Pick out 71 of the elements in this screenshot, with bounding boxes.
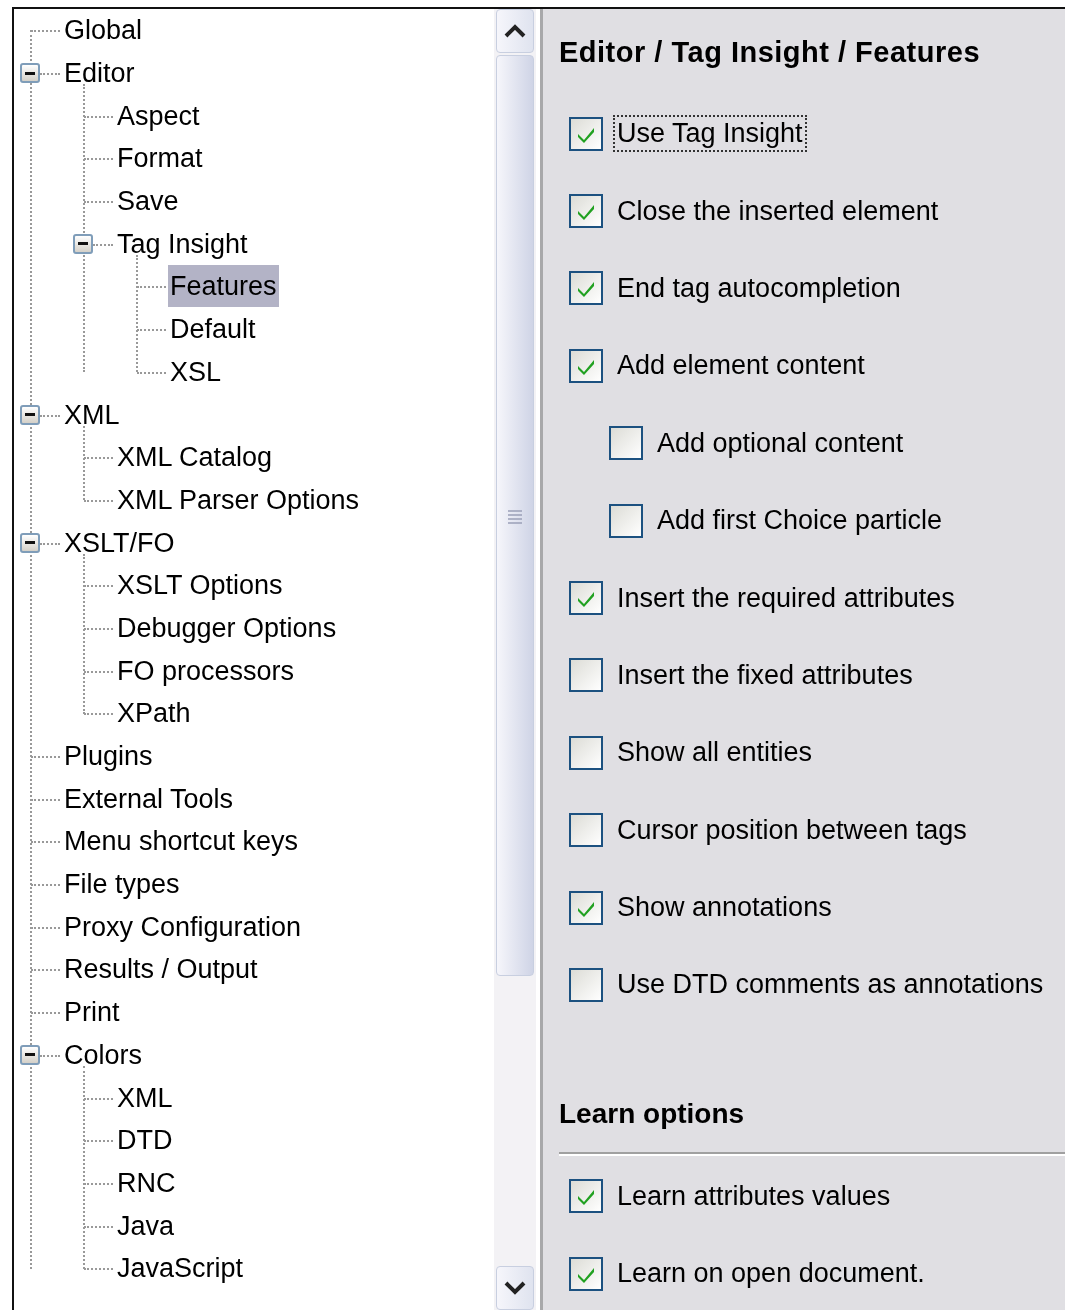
checkbox[interactable]	[609, 426, 643, 461]
collapse-icon[interactable]	[20, 63, 40, 84]
collapse-icon[interactable]	[73, 233, 93, 254]
checkbox[interactable]	[569, 116, 603, 151]
checkbox[interactable]	[569, 194, 603, 229]
tree-item[interactable]: Plugins	[62, 735, 155, 778]
tree-item[interactable]: Results / Output	[62, 948, 260, 991]
chevron-up-icon	[504, 24, 526, 38]
tree-item[interactable]: DTD	[115, 1119, 175, 1162]
checkbox[interactable]	[569, 348, 603, 383]
checkbox[interactable]	[569, 968, 603, 1002]
option-label[interactable]: Add optional content	[655, 426, 906, 460]
checkbox[interactable]	[609, 503, 643, 538]
tree-item[interactable]: Save	[115, 180, 181, 223]
tree-item[interactable]: JavaScript	[115, 1247, 246, 1290]
collapse-icon[interactable]	[20, 532, 40, 553]
option-label[interactable]: Use Tag Insight	[615, 117, 805, 151]
tree-item[interactable]: XML	[115, 1076, 175, 1119]
tree-item[interactable]: XML Parser Options	[115, 478, 362, 521]
tree-item[interactable]: Aspect	[115, 94, 202, 137]
tree-item[interactable]: XSL	[168, 350, 224, 393]
checkbox[interactable]	[569, 581, 603, 616]
scroll-down-button[interactable]	[496, 1266, 534, 1310]
option-label[interactable]: Insert the required attributes	[615, 581, 957, 615]
tree-item[interactable]: Format	[115, 137, 205, 180]
chevron-down-icon	[504, 1281, 526, 1295]
tree-item[interactable]: Debugger Options	[115, 606, 339, 649]
scroll-thumb[interactable]	[496, 55, 534, 976]
tree-item[interactable]: Print	[62, 991, 122, 1034]
tree-item[interactable]: XSLT Options	[115, 564, 285, 607]
tree-item[interactable]: FO processors	[115, 649, 297, 692]
checkbox[interactable]	[569, 1179, 603, 1214]
tree-item[interactable]: Tag Insight	[115, 222, 250, 265]
option-label[interactable]: Show all entities	[615, 736, 815, 770]
checkbox[interactable]	[569, 813, 603, 848]
tree-item[interactable]: Java	[115, 1204, 177, 1247]
tree-item[interactable]: XPath	[115, 692, 193, 735]
option-label[interactable]: Insert the fixed attributes	[615, 658, 915, 692]
tree-item[interactable]: Proxy Configuration	[62, 905, 304, 948]
checkbox[interactable]	[569, 1256, 603, 1291]
option-label[interactable]: Close the inserted element	[615, 194, 941, 228]
tree-item[interactable]: Editor	[62, 52, 137, 95]
option-label[interactable]: Add element content	[615, 349, 867, 383]
tree-item[interactable]: XSLT/FO	[62, 521, 177, 564]
tree-item[interactable]: Features	[168, 265, 279, 308]
option-label[interactable]: Learn attributes values	[615, 1179, 893, 1213]
tree-item[interactable]: Menu shortcut keys	[62, 820, 301, 863]
scroll-up-button[interactable]	[496, 9, 534, 53]
grip-icon	[507, 507, 523, 524]
checkbox[interactable]	[569, 271, 603, 306]
option-label[interactable]: Show annotations	[615, 891, 834, 925]
option-label[interactable]: Learn on open document.	[615, 1257, 927, 1291]
tree-item[interactable]: External Tools	[62, 777, 236, 820]
section-title: Learn options	[559, 1096, 746, 1130]
tree-item[interactable]: Global	[62, 9, 145, 52]
option-label[interactable]: Add first Choice particle	[655, 504, 945, 538]
option-label[interactable]: Cursor position between tags	[615, 813, 969, 847]
checkbox[interactable]	[569, 890, 603, 925]
option-label[interactable]: End tag autocompletion	[615, 271, 903, 305]
tree-item[interactable]: File types	[62, 863, 182, 906]
option-label[interactable]: Use DTD comments as annotations	[615, 968, 1046, 1002]
checkbox[interactable]	[569, 658, 603, 693]
tree-item[interactable]: XML	[62, 393, 122, 436]
panel-title: Editor / Tag Insight / Features	[559, 34, 981, 70]
collapse-icon[interactable]	[20, 1044, 40, 1065]
tree-item[interactable]: XML Catalog	[115, 436, 275, 479]
tree-item[interactable]: RNC	[115, 1161, 178, 1204]
tree-item[interactable]: Default	[168, 308, 258, 351]
tree-item[interactable]: Colors	[62, 1033, 145, 1076]
collapse-icon[interactable]	[20, 404, 40, 425]
checkbox[interactable]	[569, 735, 603, 770]
